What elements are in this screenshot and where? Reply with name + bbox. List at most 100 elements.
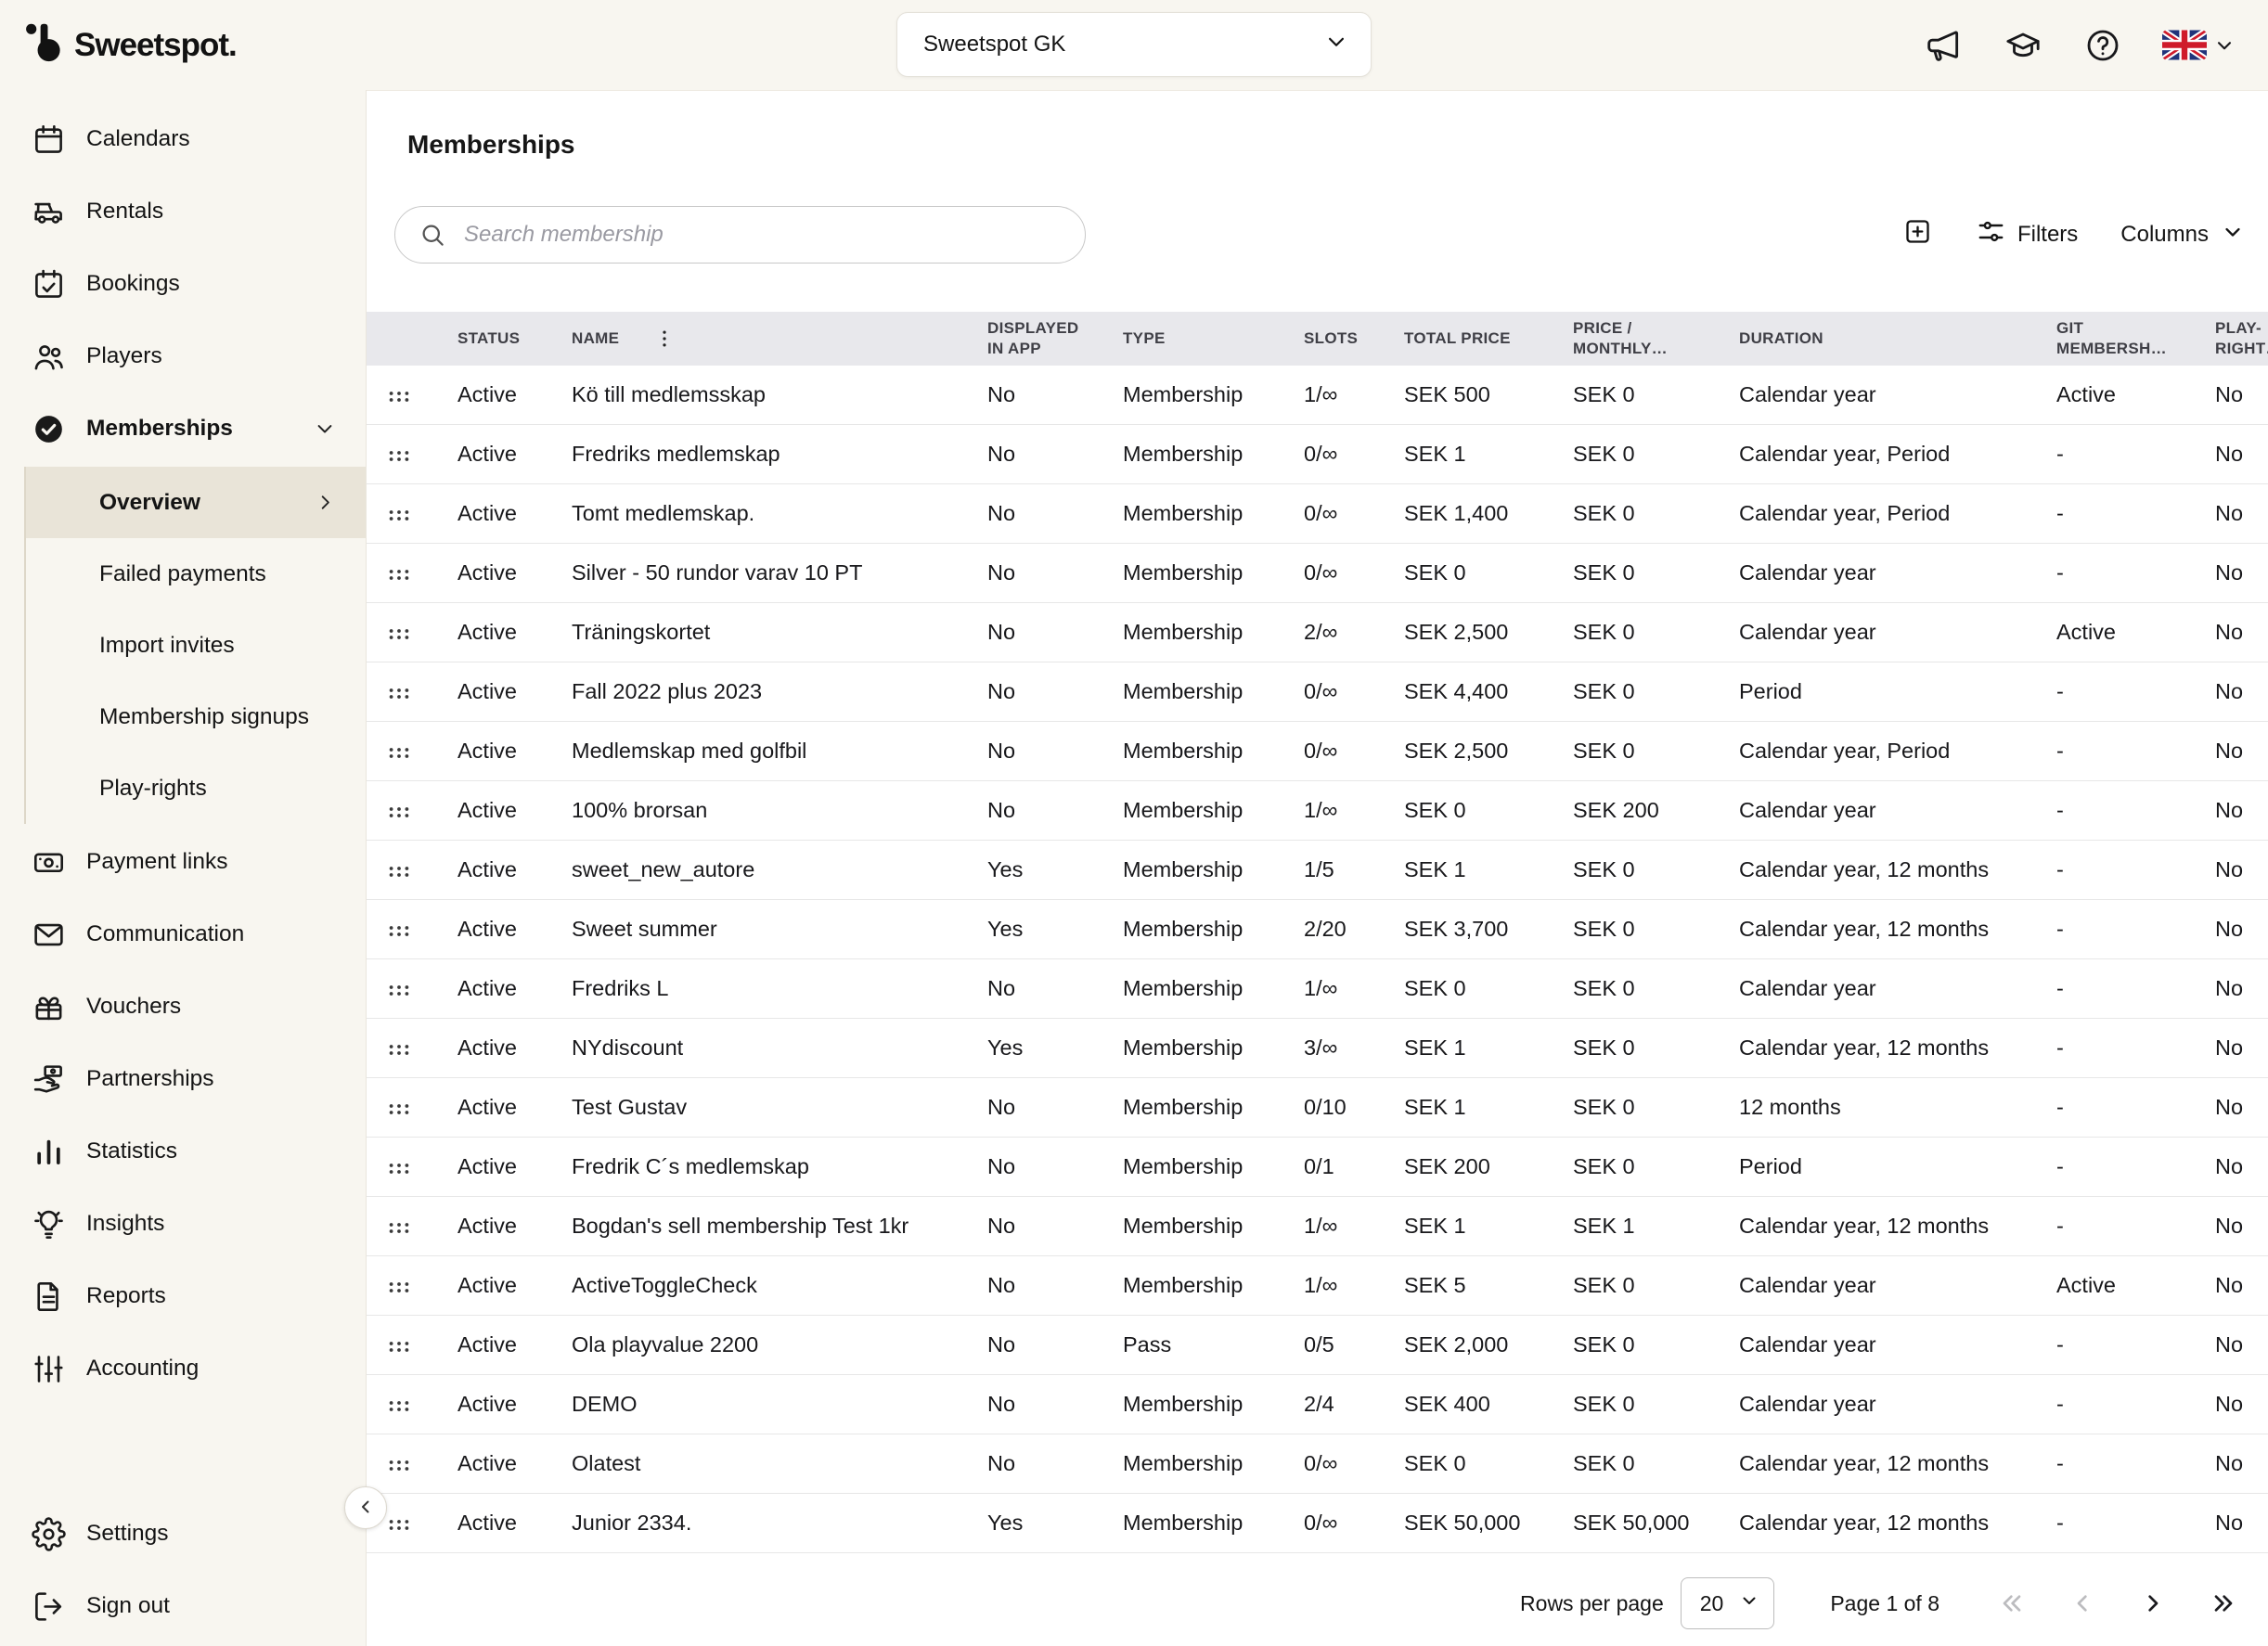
help-button[interactable] (2082, 25, 2123, 66)
column-header-displayed_in_app[interactable]: DISPLAYED IN APP (961, 312, 1097, 366)
filters-button[interactable]: Filters (1976, 216, 2078, 253)
table-row[interactable]: ActiveDEMONoMembership2/4SEK 400SEK 0Cal… (367, 1375, 2268, 1434)
next-page-button[interactable] (2133, 1583, 2173, 1624)
announcements-button[interactable] (1923, 25, 1964, 66)
drag-handle-icon[interactable] (386, 564, 412, 582)
drag-handle-icon[interactable] (386, 445, 412, 463)
table-row[interactable]: ActiveFredriks LNoMembership1/∞SEK 0SEK … (367, 959, 2268, 1019)
sidebar-subitem-overview[interactable]: Overview (26, 467, 366, 538)
table-row[interactable]: ActiveOlatestNoMembership0/∞SEK 0SEK 0Ca… (367, 1434, 2268, 1494)
table-row[interactable]: ActiveJunior 2334.YesMembership0/∞SEK 50… (367, 1494, 2268, 1553)
drag-handle-icon[interactable] (386, 1277, 412, 1294)
column-header-price_monthly[interactable]: PRICE / MONTHLY… (1547, 312, 1713, 366)
drag-handle-icon[interactable] (386, 1395, 412, 1413)
drag-handle-icon[interactable] (386, 802, 412, 819)
language-selector[interactable] (2162, 30, 2236, 60)
column-header-total_price[interactable]: TOTAL PRICE (1378, 312, 1547, 366)
sidebar-item-partnerships[interactable]: Partnerships (0, 1043, 366, 1115)
cell-name: Olatest (546, 1434, 961, 1493)
statistics-icon (32, 1135, 66, 1169)
cell-total_price: SEK 2,500 (1378, 722, 1547, 780)
last-page-button[interactable] (2203, 1583, 2244, 1624)
sidebar-item-bookings[interactable]: Bookings (0, 248, 366, 320)
search-input[interactable] (394, 206, 1086, 264)
cell-status: Active (432, 1078, 546, 1137)
table-row[interactable]: ActiveSilver - 50 rundor varav 10 PTNoMe… (367, 544, 2268, 603)
sidebar-item-memberships[interactable]: Memberships (0, 392, 366, 465)
sidebar-item-sign-out[interactable]: Sign out (0, 1570, 366, 1642)
sidebar-item-statistics[interactable]: Statistics (0, 1115, 366, 1188)
drag-handle-icon[interactable] (386, 1455, 412, 1472)
sidebar-subitem-import-invites[interactable]: Import invites (26, 610, 366, 681)
drag-handle-icon[interactable] (386, 742, 412, 760)
drag-handle-icon[interactable] (386, 505, 412, 522)
sidebar-subitem-play-rights[interactable]: Play-rights (26, 752, 366, 824)
drag-handle-icon[interactable] (386, 1514, 412, 1532)
sidebar-subitem-failed-payments[interactable]: Failed payments (26, 538, 366, 610)
table-row[interactable]: ActiveTräningskortetNoMembership2/∞SEK 2… (367, 603, 2268, 662)
table-row[interactable]: ActiveFredriks medlemskapNoMembership0/∞… (367, 425, 2268, 484)
table-row[interactable]: ActiveNYdiscountYesMembership3/∞SEK 1SEK… (367, 1019, 2268, 1078)
drag-handle-icon[interactable] (386, 861, 412, 879)
sidebar-item-insights[interactable]: Insights (0, 1188, 366, 1260)
cell-type: Membership (1097, 544, 1278, 602)
drag-handle-icon[interactable] (386, 1336, 412, 1354)
column-header-status[interactable]: STATUS (432, 312, 546, 366)
sidebar-collapse-button[interactable] (344, 1486, 387, 1529)
table-row[interactable]: ActiveMedlemskap med golfbilNoMembership… (367, 722, 2268, 781)
cell-duration: Calendar year (1713, 1375, 2030, 1434)
table-row[interactable]: ActiveFall 2022 plus 2023NoMembership0/∞… (367, 662, 2268, 722)
add-button[interactable] (1902, 216, 1933, 253)
prev-page-button[interactable] (2062, 1583, 2103, 1624)
sidebar-item-reports[interactable]: Reports (0, 1260, 366, 1332)
rows-per-page-select[interactable]: 20 (1681, 1577, 1775, 1629)
column-header-name[interactable]: NAME (546, 312, 961, 366)
table-row[interactable]: ActiveOla playvalue 2200NoPass0/5SEK 2,0… (367, 1316, 2268, 1375)
cell-duration: Calendar year, 12 months (1713, 1494, 2030, 1552)
sidebar-item-calendars[interactable]: Calendars (0, 103, 366, 175)
sidebar-item-payment-links[interactable]: Payment links (0, 826, 366, 898)
cell-drag (367, 1256, 432, 1315)
drag-handle-icon[interactable] (386, 1039, 412, 1057)
sidebar-item-label: Communication (86, 921, 244, 947)
drag-handle-icon[interactable] (386, 1158, 412, 1176)
table-row[interactable]: ActiveKö till medlemsskapNoMembership1/∞… (367, 366, 2268, 425)
cell-git_membership: - (2030, 841, 2189, 899)
column-header-play_right[interactable]: PLAY-RIGHT… (2189, 312, 2268, 366)
table-row[interactable]: Activesweet_new_autoreYesMembership1/5SE… (367, 841, 2268, 900)
table-row[interactable]: ActiveFredrik C´s medlemskapNoMembership… (367, 1138, 2268, 1197)
sidebar-subitem-membership-signups[interactable]: Membership signups (26, 681, 366, 752)
sidebar-item-accounting[interactable]: Accounting (0, 1332, 366, 1405)
table-row[interactable]: Active100% brorsanNoMembership1/∞SEK 0SE… (367, 781, 2268, 841)
cell-drag (367, 1434, 432, 1493)
drag-handle-icon[interactable] (386, 1099, 412, 1116)
drag-handle-icon[interactable] (386, 683, 412, 701)
sidebar-item-rentals[interactable]: Rentals (0, 175, 366, 248)
first-page-button[interactable] (1991, 1583, 2032, 1624)
table-row[interactable]: ActiveSweet summerYesMembership2/20SEK 3… (367, 900, 2268, 959)
drag-handle-icon[interactable] (386, 980, 412, 997)
table-row[interactable]: ActiveBogdan's sell membership Test 1krN… (367, 1197, 2268, 1256)
table-row[interactable]: ActiveTest GustavNoMembership0/10SEK 1SE… (367, 1078, 2268, 1138)
column-menu-icon[interactable] (652, 327, 677, 351)
columns-button[interactable]: Columns (2120, 219, 2246, 251)
column-header-duration[interactable]: DURATION (1713, 312, 2030, 366)
cell-status: Active (432, 722, 546, 780)
drag-handle-icon[interactable] (386, 624, 412, 641)
drag-handle-icon[interactable] (386, 386, 412, 404)
column-header-slots[interactable]: SLOTS (1278, 312, 1378, 366)
sidebar-item-players[interactable]: Players (0, 320, 366, 392)
sidebar-item-vouchers[interactable]: Vouchers (0, 971, 366, 1043)
column-header-type[interactable]: TYPE (1097, 312, 1278, 366)
sidebar-item-communication[interactable]: Communication (0, 898, 366, 971)
table-row[interactable]: ActiveActiveToggleCheckNoMembership1/∞SE… (367, 1256, 2268, 1316)
drag-handle-icon[interactable] (386, 920, 412, 938)
column-header-git_membership[interactable]: GIT MEMBERSH… (2030, 312, 2189, 366)
drag-handle-icon[interactable] (386, 1217, 412, 1235)
sidebar-item-settings[interactable]: Settings (0, 1498, 366, 1570)
cell-git_membership: - (2030, 1375, 2189, 1434)
club-selector-dropdown[interactable]: Sweetspot GK (896, 12, 1372, 77)
filter-sliders-icon (1976, 216, 2006, 253)
academy-button[interactable] (2003, 25, 2043, 66)
table-row[interactable]: ActiveTomt medlemskap.NoMembership0/∞SEK… (367, 484, 2268, 544)
